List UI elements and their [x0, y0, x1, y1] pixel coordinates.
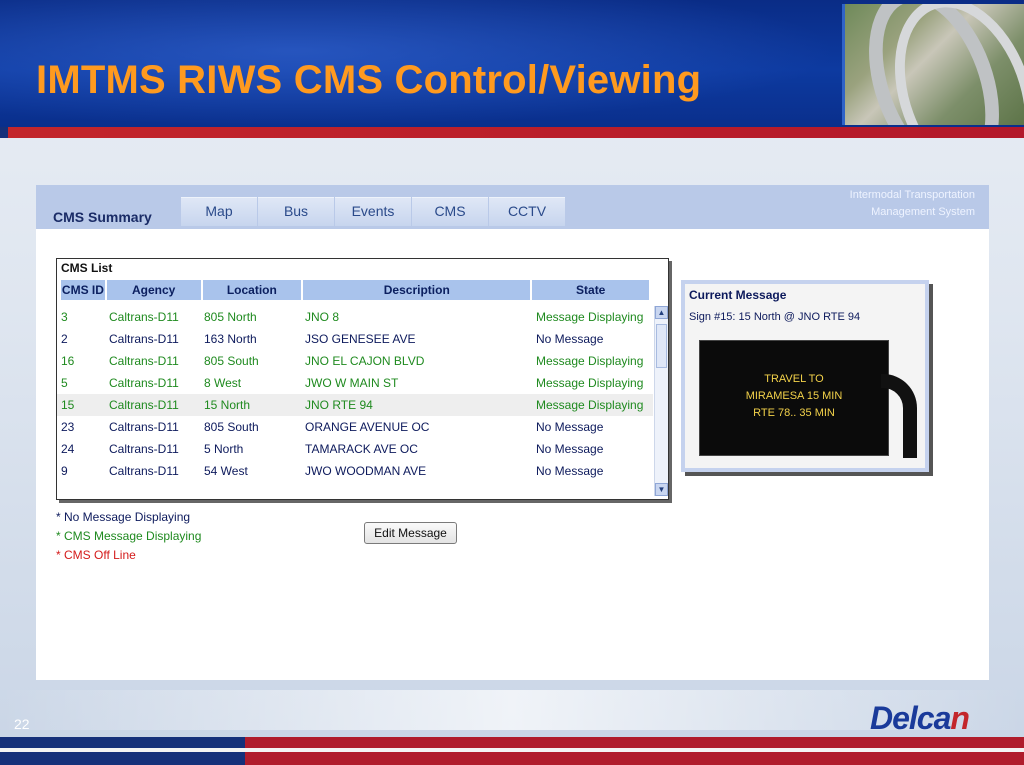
brand-line-2: Management System	[871, 206, 975, 218]
cell-description: JWO WOODMAN AVE	[305, 464, 427, 478]
cell-description: JNO 8	[305, 310, 340, 324]
delcan-logo: Delcan	[870, 700, 970, 737]
cell-location: 8 West	[204, 376, 242, 390]
cms-list-panel: CMS List CMS ID Agency Location Descript…	[56, 258, 669, 500]
col-description[interactable]: Description	[303, 280, 531, 300]
col-cms-id[interactable]: CMS ID	[61, 280, 105, 300]
col-state[interactable]: State	[532, 280, 649, 300]
cell-state: Message Displaying	[536, 376, 644, 390]
cell-state: No Message	[536, 464, 604, 478]
cell-location: 805 South	[204, 354, 259, 368]
logo-main: Delca	[870, 700, 951, 736]
cell-state: Message Displaying	[536, 354, 644, 368]
current-message-title: Current Message	[689, 288, 787, 302]
system-brand: Intermodal Transportation Management Sys…	[850, 187, 975, 221]
title-rule	[0, 127, 1024, 138]
cell-cms-id: 15	[61, 398, 75, 412]
col-agency[interactable]: Agency	[106, 280, 201, 300]
cell-location: 163 North	[204, 332, 257, 346]
cms-list-scrollbar[interactable]: ▲ ▼	[654, 306, 668, 496]
cms-list-header: CMS ID Agency Location Description State	[61, 280, 651, 300]
cell-cms-id: 9	[61, 464, 68, 478]
sign-line-2: MIRAMESA 15 MIN	[745, 390, 843, 402]
legend-displaying: * CMS Message Displaying	[56, 529, 202, 543]
table-row[interactable]: 9 Caltrans-D11 54 West JWO WOODMAN AVE No Me…	[57, 460, 653, 482]
scroll-up-icon[interactable]: ▲	[655, 306, 668, 319]
cell-state: No Message	[536, 420, 604, 434]
cell-location: 5 North	[204, 442, 244, 456]
legend-offline: * CMS Off Line	[56, 548, 136, 562]
logo-accent: n	[950, 700, 970, 736]
tab-bus[interactable]: Bus	[258, 197, 334, 226]
tab-map[interactable]: Map	[181, 197, 257, 226]
cell-agency: Caltrans-D11	[109, 332, 179, 346]
tab-bar: Map Bus Events CMS CCTV	[181, 197, 566, 226]
scroll-down-icon[interactable]: ▼	[655, 483, 668, 496]
cell-cms-id: 16	[61, 354, 75, 368]
tab-events[interactable]: Events	[335, 197, 411, 226]
current-message-panel: Current Message Sign #15: 15 North @ JNO…	[681, 280, 929, 472]
slide-title: IMTMS RIWS CMS Control/Viewing	[36, 58, 702, 102]
cell-description: JNO RTE 94	[305, 398, 373, 412]
rule-accent	[0, 127, 8, 138]
cell-description: JSO GENESEE AVE	[305, 332, 416, 346]
cell-location: 15 North	[204, 398, 251, 412]
table-row[interactable]: 5 Caltrans-D11 8 West JWO W MAIN ST Message …	[57, 372, 653, 394]
table-row[interactable]: 16 Caltrans-D11 805 South JNO EL CAJON BLVD…	[57, 350, 653, 372]
cell-agency: Caltrans-D11	[109, 442, 179, 456]
slide: IMTMS RIWS CMS Control/Viewing CMS Summa…	[0, 0, 1024, 765]
cell-location: 805 North	[204, 310, 257, 324]
cell-description: ORANGE AVENUE OC	[305, 420, 430, 434]
cms-list-rows: 3 Caltrans-D11 805 North JNO 8 Message Displ…	[57, 306, 653, 482]
table-row[interactable]: 3 Caltrans-D11 805 North JNO 8 Message Displ…	[57, 306, 653, 328]
current-sign-label: Sign #15: 15 North @ JNO RTE 94	[689, 311, 861, 323]
cell-agency: Caltrans-D11	[109, 376, 179, 390]
cell-state: Message Displaying	[536, 310, 644, 324]
tab-cms[interactable]: CMS	[412, 197, 488, 226]
edit-message-button[interactable]: Edit Message	[364, 522, 457, 544]
cell-agency: Caltrans-D11	[109, 398, 179, 412]
col-location[interactable]: Location	[202, 280, 302, 300]
cell-cms-id: 3	[61, 310, 68, 324]
sign-line-3: RTE 78.. 35 MIN	[753, 407, 835, 419]
table-row[interactable]: 23 Caltrans-D11 805 South ORANGE AVENUE OC N…	[57, 416, 653, 438]
status-legend: * No Message Displaying * CMS Message Di…	[56, 508, 201, 565]
cms-app-window: CMS Summary Map Bus Events CMS CCTV Inte…	[36, 185, 989, 680]
tab-cctv[interactable]: CCTV	[489, 197, 565, 226]
cell-location: 805 South	[204, 420, 259, 434]
cell-state: No Message	[536, 442, 604, 456]
cell-cms-id: 24	[61, 442, 75, 456]
cms-sign-board: TRAVEL TO MIRAMESA 15 MIN RTE 78.. 35 MI…	[699, 340, 889, 456]
page-label: CMS Summary	[53, 209, 152, 225]
app-header: CMS Summary Map Bus Events CMS CCTV Inte…	[36, 185, 989, 229]
cell-description: JNO EL CAJON BLVD	[305, 354, 425, 368]
cell-agency: Caltrans-D11	[109, 420, 179, 434]
brand-line-1: Intermodal Transportation	[849, 189, 975, 201]
cell-agency: Caltrans-D11	[109, 310, 179, 324]
cell-location: 54 West	[204, 464, 248, 478]
title-bar: IMTMS RIWS CMS Control/Viewing	[0, 0, 1024, 127]
cell-cms-id: 5	[61, 376, 68, 390]
cell-state: No Message	[536, 332, 604, 346]
cell-cms-id: 23	[61, 420, 75, 434]
cell-cms-id: 2	[61, 332, 68, 346]
page-number: 22	[14, 716, 30, 732]
cell-agency: Caltrans-D11	[109, 354, 179, 368]
cms-list-title: CMS List	[61, 261, 113, 275]
sign-pole-icon	[881, 374, 917, 458]
sign-message: TRAVEL TO MIRAMESA 15 MIN RTE 78.. 35 MI…	[700, 371, 888, 422]
sign-line-1: TRAVEL TO	[764, 373, 824, 385]
cell-agency: Caltrans-D11	[109, 464, 179, 478]
scroll-thumb[interactable]	[656, 324, 667, 368]
footer-line	[0, 748, 1024, 752]
table-row[interactable]: 2 Caltrans-D11 163 North JSO GENESEE AVE No …	[57, 328, 653, 350]
cell-description: TAMARACK AVE OC	[305, 442, 418, 456]
legend-no-message: * No Message Displaying	[56, 510, 191, 524]
table-row[interactable]: 24 Caltrans-D11 5 North TAMARACK AVE OC No M…	[57, 438, 653, 460]
cell-description: JWO W MAIN ST	[305, 376, 399, 390]
cell-state: Message Displaying	[536, 398, 644, 412]
table-row[interactable]: 15 Caltrans-D11 15 North JNO RTE 94 Message …	[57, 394, 653, 416]
freeway-photo	[842, 4, 1024, 125]
